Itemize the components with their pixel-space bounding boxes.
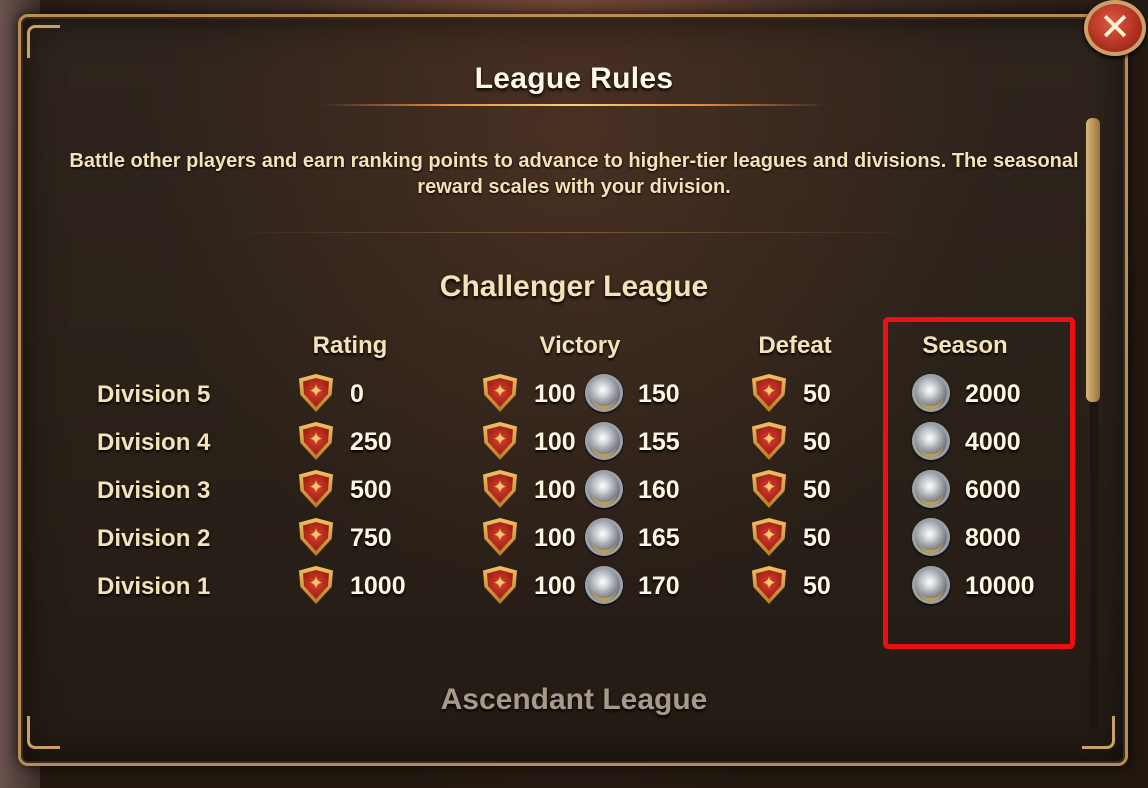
rating-value: 750 [350, 524, 392, 552]
division-label: Division 5 [97, 381, 211, 408]
victory-points-value: 100 [534, 428, 576, 456]
season-column-highlight [883, 317, 1075, 649]
next-league-title[interactable]: Ascendant League [0, 683, 1148, 717]
rating-value: 250 [350, 428, 392, 456]
victory-points-value: 100 [534, 524, 576, 552]
silver-medal-icon [585, 518, 623, 556]
close-button[interactable]: ✕ [1084, 0, 1146, 56]
defeat-value: 50 [803, 572, 831, 600]
scrollbar-thumb[interactable] [1086, 118, 1100, 402]
victory-coins-value: 170 [638, 572, 680, 600]
title-divider [320, 104, 828, 106]
rating-value: 500 [350, 476, 392, 504]
silver-medal-icon [585, 470, 623, 508]
column-header-defeat: Defeat [758, 332, 832, 359]
defeat-value: 50 [803, 476, 831, 504]
frame-corner [1082, 716, 1115, 749]
victory-coins-value: 150 [638, 380, 680, 408]
defeat-value: 50 [803, 380, 831, 408]
victory-points-value: 100 [534, 572, 576, 600]
dialog-title: League Rules [474, 62, 674, 95]
victory-points-value: 100 [534, 380, 576, 408]
column-header-victory: Victory [539, 332, 621, 359]
victory-points-value: 100 [534, 476, 576, 504]
division-label: Division 1 [97, 573, 211, 600]
rules-description: Battle other players and earn ranking po… [69, 150, 1079, 198]
silver-medal-icon [585, 422, 623, 460]
frame-corner [27, 716, 60, 749]
column-header-rating: Rating [312, 332, 388, 359]
frame-corner [27, 25, 60, 58]
section-divider [220, 232, 928, 233]
defeat-value: 50 [803, 524, 831, 552]
victory-coins-value: 155 [638, 428, 680, 456]
victory-coins-value: 160 [638, 476, 680, 504]
defeat-value: 50 [803, 428, 831, 456]
division-label: Division 3 [97, 477, 211, 504]
victory-coins-value: 165 [638, 524, 680, 552]
rating-value: 1000 [350, 572, 406, 600]
silver-medal-icon [585, 566, 623, 604]
division-label: Division 2 [97, 525, 211, 552]
close-icon: ✕ [1099, 5, 1131, 49]
rating-value: 0 [350, 380, 364, 408]
silver-medal-icon [585, 374, 623, 412]
league-title: Challenger League [439, 270, 709, 303]
division-label: Division 4 [97, 429, 211, 456]
